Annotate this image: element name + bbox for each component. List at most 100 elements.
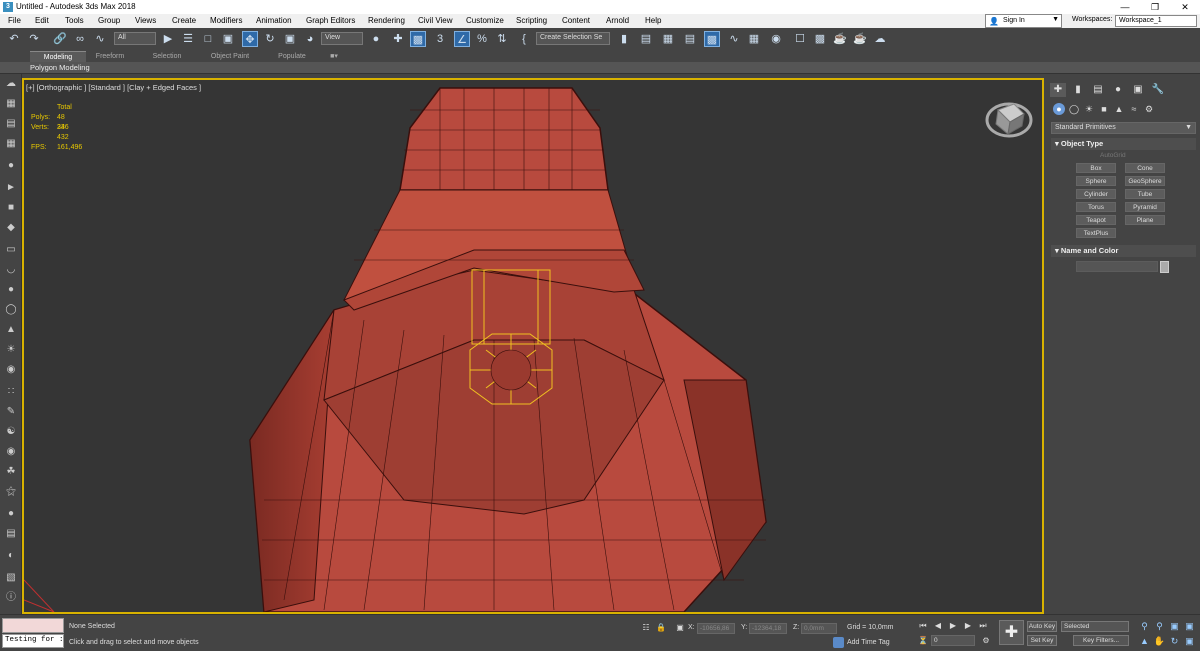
- tube-button[interactable]: Tube: [1125, 189, 1165, 199]
- teapot-button[interactable]: Teapot: [1076, 215, 1116, 225]
- menu-create[interactable]: Create: [172, 16, 196, 25]
- y-coordinate-field[interactable]: -12364,18: [749, 623, 787, 634]
- time-config-icon[interactable]: ⚙: [980, 635, 992, 647]
- redo-icon[interactable]: ↷: [26, 31, 42, 47]
- bones-icon[interactable]: ☯: [3, 424, 19, 440]
- rendered-frame-icon[interactable]: ▩: [812, 31, 828, 47]
- geometry-icon[interactable]: ●: [1053, 103, 1065, 115]
- key-filters-button[interactable]: Key Filters...: [1073, 635, 1129, 646]
- menu-customize[interactable]: Customize: [466, 16, 504, 25]
- minimize-icon[interactable]: —: [1110, 0, 1140, 14]
- bind-spacewarp-icon[interactable]: ∿: [92, 31, 108, 47]
- select-scale-icon[interactable]: ▣: [282, 31, 298, 47]
- sphere-button[interactable]: Sphere: [1076, 176, 1116, 186]
- sphere-icon[interactable]: ●: [3, 282, 19, 298]
- display-toggle-icon[interactable]: ◐: [3, 548, 19, 564]
- hair-icon[interactable]: ⚝: [3, 484, 19, 500]
- angle-snap-icon[interactable]: ∠: [454, 31, 470, 47]
- x-coordinate-field[interactable]: -10656,86: [697, 623, 735, 634]
- spacewarp-icon[interactable]: ◆: [3, 220, 19, 236]
- cone-button[interactable]: Cone: [1125, 163, 1165, 173]
- key-mode-toggle-icon[interactable]: ⏳: [917, 635, 929, 647]
- pyramid-button[interactable]: Pyramid: [1125, 202, 1165, 212]
- render-setup-icon[interactable]: ☐: [792, 31, 808, 47]
- menu-file[interactable]: File: [8, 16, 21, 25]
- object-name-field[interactable]: [1076, 261, 1158, 272]
- particles-icon[interactable]: ∷: [3, 384, 19, 400]
- menu-animation[interactable]: Animation: [256, 16, 292, 25]
- select-object-icon[interactable]: ▶: [160, 31, 176, 47]
- cameras-icon[interactable]: ■: [1098, 103, 1110, 115]
- select-move-icon[interactable]: ✥: [242, 31, 258, 47]
- zoom-extents-icon[interactable]: ▣: [1168, 620, 1181, 633]
- layer-manager-icon[interactable]: ▧: [3, 570, 19, 586]
- object-type-rollout[interactable]: ▾ Object Type: [1051, 138, 1196, 150]
- menu-content[interactable]: Content: [562, 16, 590, 25]
- layer-icon[interactable]: ▤: [3, 116, 19, 132]
- tab-populate[interactable]: Populate: [270, 51, 314, 62]
- maxscript-listener-output[interactable]: [2, 618, 64, 633]
- material-editor-icon[interactable]: ◉: [768, 31, 784, 47]
- create-tab-icon[interactable]: ✚: [1050, 83, 1066, 97]
- motion-tab-icon[interactable]: ●: [1110, 83, 1126, 97]
- manipulate-icon[interactable]: ✚: [390, 31, 406, 47]
- menu-graph-editors[interactable]: Graph Editors: [306, 16, 355, 25]
- percent-snap-icon[interactable]: %: [474, 31, 490, 47]
- tab-modeling[interactable]: Modeling: [30, 51, 86, 62]
- grid-icon[interactable]: ▦: [3, 136, 19, 152]
- geosphere-button[interactable]: GeoSphere: [1125, 176, 1165, 186]
- hide-icon[interactable]: ▤: [3, 526, 19, 542]
- set-key-button[interactable]: Set Key: [1027, 635, 1057, 646]
- hierarchy-tab-icon[interactable]: ▤: [1090, 83, 1106, 97]
- autogrid-checkbox[interactable]: AutoGrid: [1100, 152, 1126, 159]
- pan-icon[interactable]: ✋: [1153, 635, 1166, 648]
- go-to-end-icon[interactable]: ⏭: [977, 620, 989, 632]
- torus-button[interactable]: Torus: [1076, 202, 1116, 212]
- viewcube-icon[interactable]: [984, 96, 1034, 140]
- sign-in-button[interactable]: 👤 Sign In ▼: [985, 14, 1062, 28]
- cactus-icon[interactable]: ☘: [3, 464, 19, 480]
- menu-scripting[interactable]: Scripting: [516, 16, 547, 25]
- cone-icon[interactable]: ▲: [3, 322, 19, 338]
- named-selection-set-select[interactable]: Create Selection Se: [536, 32, 610, 45]
- add-time-tag[interactable]: Add Time Tag: [847, 639, 890, 646]
- render-production-icon[interactable]: ☕: [832, 31, 848, 47]
- ref-coord-select[interactable]: View: [321, 32, 363, 45]
- link-icon[interactable]: 🔗: [52, 31, 68, 47]
- unlink-icon[interactable]: ∞: [72, 31, 88, 47]
- current-frame-field[interactable]: 0: [931, 635, 975, 646]
- zoom-icon[interactable]: ⚲: [1138, 620, 1151, 633]
- torus-icon[interactable]: ◯: [3, 302, 19, 318]
- box-icon[interactable]: ▭: [3, 242, 19, 258]
- help-icon[interactable]: ⓘ: [3, 590, 19, 606]
- select-by-name-icon[interactable]: ☰: [180, 31, 196, 47]
- plane-button[interactable]: Plane: [1125, 215, 1165, 225]
- tab-selection[interactable]: Selection: [145, 51, 189, 62]
- window-crossing-icon[interactable]: ▣: [220, 31, 236, 47]
- layer-explorer-icon[interactable]: ▤: [682, 31, 698, 47]
- menu-edit[interactable]: Edit: [35, 16, 49, 25]
- edit-named-selection-icon[interactable]: {: [516, 31, 532, 47]
- time-tag-icon[interactable]: [833, 637, 844, 648]
- shapes-icon[interactable]: ◯: [1068, 103, 1080, 115]
- material-sphere-icon[interactable]: ●: [3, 506, 19, 522]
- menu-views[interactable]: Views: [135, 16, 156, 25]
- toggle-ribbon-icon[interactable]: ▩: [704, 31, 720, 47]
- align-icon[interactable]: ▤: [638, 31, 654, 47]
- schematic-view-icon[interactable]: ▦: [746, 31, 762, 47]
- helper-icon[interactable]: ■: [3, 200, 19, 216]
- textplus-button[interactable]: TextPlus: [1076, 228, 1116, 238]
- maximize-viewport-icon[interactable]: ▣: [1183, 635, 1196, 648]
- viewport-layout-icon[interactable]: ☁: [3, 76, 19, 92]
- select-place-icon[interactable]: ◕: [302, 31, 318, 47]
- zoom-all-icon[interactable]: ⚲: [1153, 620, 1166, 633]
- menu-civil-view[interactable]: Civil View: [418, 16, 453, 25]
- systems-icon[interactable]: ⚙: [1143, 103, 1155, 115]
- spacewarps-icon[interactable]: ≈: [1128, 103, 1140, 115]
- field-of-view-icon[interactable]: ▲: [1138, 635, 1151, 648]
- scene-explorer-icon[interactable]: ▦: [660, 31, 676, 47]
- rect-selection-icon[interactable]: □: [200, 31, 216, 47]
- mirror-icon[interactable]: ▮: [616, 31, 632, 47]
- render-in-cloud-icon[interactable]: ☁: [872, 31, 888, 47]
- orbit-icon[interactable]: ↻: [1168, 635, 1181, 648]
